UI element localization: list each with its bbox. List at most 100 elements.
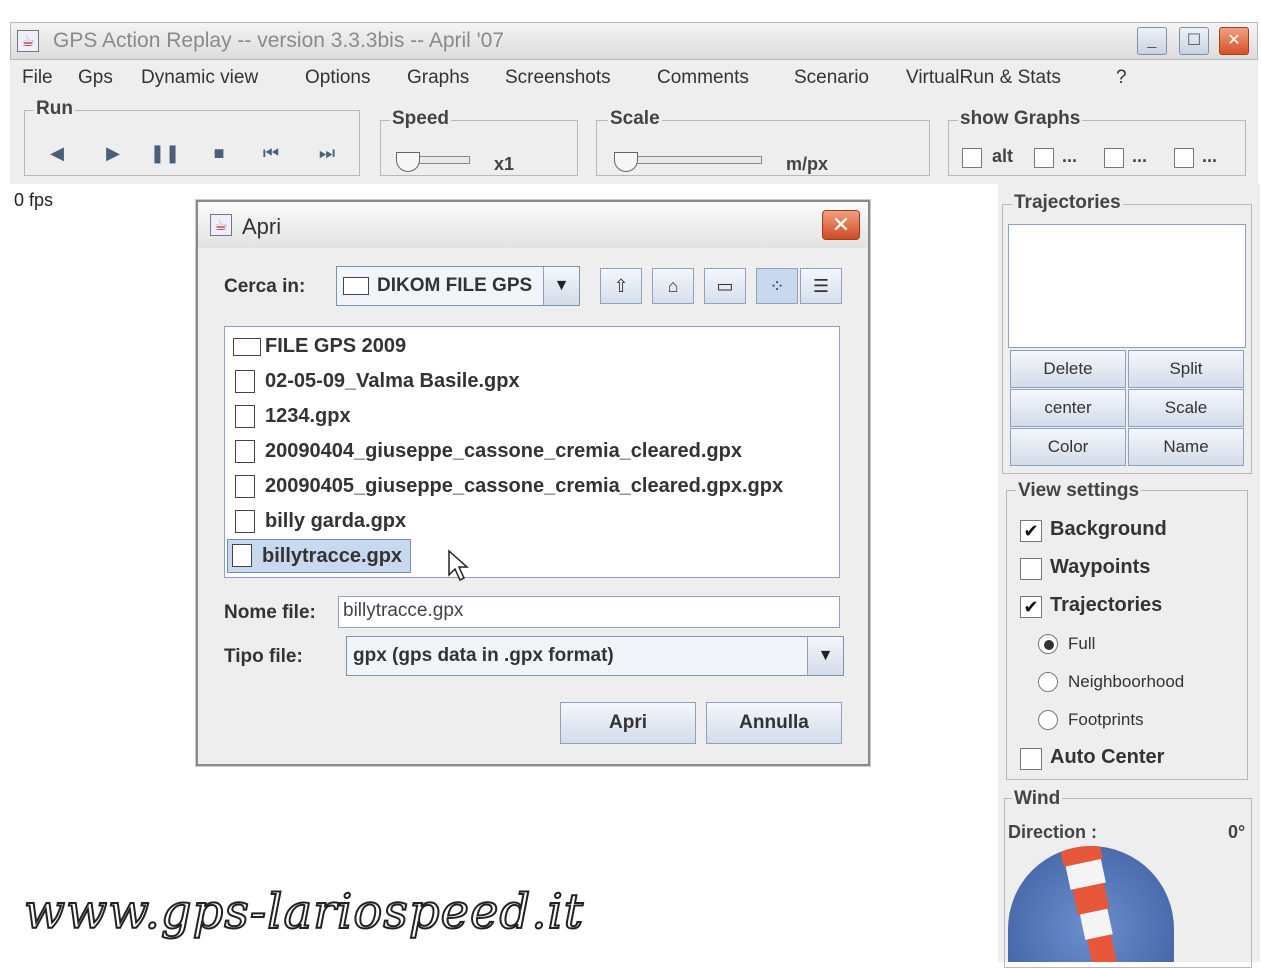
window-title: GPS Action Replay -- version 3.3.3bis --…	[53, 29, 505, 52]
menu-file[interactable]: File	[22, 67, 53, 89]
filename-input[interactable]: billytracce.gpx	[338, 596, 840, 628]
look-in-combo[interactable]: DIKOM FILE GPS ▼	[336, 266, 580, 306]
watermark-text: www.gps-lariospeed.it	[23, 883, 585, 941]
file-icon	[235, 440, 255, 463]
speed-label: Speed	[390, 108, 452, 130]
stop-icon[interactable]: ■	[202, 136, 236, 170]
menu-help[interactable]: ?	[1116, 67, 1127, 89]
graph-alt-checkbox[interactable]	[962, 148, 982, 168]
file-name: 02-05-09_Valma Basile.gpx	[265, 370, 520, 392]
file-icon	[235, 510, 255, 533]
radio-selected-dot	[1044, 640, 1054, 650]
home-icon[interactable]: ⌂	[652, 268, 694, 304]
menu-comments[interactable]: Comments	[657, 67, 749, 89]
trajectories-group-label: Trajectories	[1012, 192, 1123, 214]
folder-icon	[343, 277, 369, 295]
scale-unit: m/px	[786, 154, 829, 174]
cancel-button[interactable]: Annulla	[706, 702, 842, 744]
play-icon[interactable]: ▶	[96, 136, 130, 170]
window-title-bar: ☕ GPS Action Replay -- version 3.3.3bis …	[10, 22, 1258, 60]
open-button[interactable]: Apri	[560, 702, 696, 744]
dialog-title-bar: ☕ Apri ✕	[198, 202, 868, 248]
direction-label: Direction :	[1008, 822, 1098, 842]
scale-button[interactable]: Scale	[1128, 389, 1244, 427]
details-view-icon[interactable]: ☰	[800, 268, 842, 304]
waypoints-checkbox[interactable]	[1020, 558, 1042, 580]
trajectories-checkbox[interactable]: ✔	[1020, 596, 1042, 618]
menu-bar: File Gps Dynamic view Options Graphs Scr…	[10, 60, 1258, 96]
full-label: Full	[1068, 634, 1096, 653]
close-icon[interactable]: ✕	[1219, 27, 1249, 55]
fast-forward-icon[interactable]: ⏭	[310, 136, 344, 170]
list-item[interactable]: 1234.gpx	[231, 401, 351, 431]
delete-button[interactable]: Delete	[1010, 350, 1126, 388]
neighboorhood-label: Neighboorhood	[1068, 672, 1185, 691]
file-name: FILE GPS 2009	[265, 335, 407, 357]
list-item-selected[interactable]: billytracce.gpx	[227, 539, 412, 573]
color-button[interactable]: Color	[1010, 428, 1126, 466]
mouse-cursor-icon	[448, 549, 469, 582]
list-item[interactable]: FILE GPS 2009	[231, 331, 406, 361]
graph-4-label: ...	[1202, 146, 1218, 166]
graph-3-checkbox[interactable]	[1104, 148, 1124, 168]
list-item[interactable]: 20090405_giuseppe_cassone_cremia_cleared…	[231, 471, 783, 501]
file-name: 20090405_giuseppe_cassone_cremia_cleared…	[265, 475, 784, 497]
name-button[interactable]: Name	[1128, 428, 1244, 466]
file-icon	[235, 405, 255, 428]
open-file-dialog: ☕ Apri ✕ Cerca in: DIKOM FILE GPS ▼ ⇧ ⌂ …	[196, 200, 870, 766]
run-label: Run	[34, 98, 75, 120]
maximize-icon[interactable]: ☐	[1179, 27, 1209, 55]
filetype-combo[interactable]: gpx (gps data in .gpx format) ▼	[346, 636, 844, 676]
trajectories-label: Trajectories	[1050, 594, 1163, 616]
waypoints-label: Waypoints	[1050, 556, 1151, 578]
menu-virtualrun-stats[interactable]: VirtualRun & Stats	[906, 67, 1061, 89]
menu-graphs[interactable]: Graphs	[407, 67, 469, 89]
neighboorhood-radio[interactable]	[1038, 672, 1058, 692]
java-icon: ☕	[17, 30, 39, 52]
graph-2-label: ...	[1062, 146, 1078, 166]
auto-center-label: Auto Center	[1050, 746, 1165, 768]
menu-scenario[interactable]: Scenario	[794, 67, 869, 89]
background-checkbox[interactable]: ✔	[1020, 520, 1042, 542]
filename-label: Nome file:	[224, 602, 316, 623]
menu-screenshots[interactable]: Screenshots	[505, 67, 611, 89]
trajectories-list[interactable]	[1008, 224, 1246, 348]
graph-4-checkbox[interactable]	[1174, 148, 1194, 168]
dialog-close-icon[interactable]: ✕	[822, 210, 860, 240]
center-button[interactable]: center	[1010, 389, 1126, 427]
list-view-icon[interactable]: ⁘	[756, 268, 798, 304]
rewind-icon[interactable]: ⏮	[254, 136, 288, 170]
new-folder-icon[interactable]: ▭	[704, 268, 746, 304]
list-item[interactable]: 20090404_giuseppe_cassone_cremia_cleared…	[231, 436, 742, 466]
footprints-label: Footprints	[1068, 710, 1144, 729]
speed-value: x1	[494, 154, 515, 174]
graph-3-label: ...	[1132, 146, 1148, 166]
file-list[interactable]: FILE GPS 2009 02-05-09_Valma Basile.gpx …	[224, 326, 840, 582]
full-radio[interactable]	[1038, 634, 1058, 654]
filetype-label: Tipo file:	[224, 646, 303, 667]
split-button[interactable]: Split	[1128, 350, 1244, 388]
auto-center-checkbox[interactable]	[1020, 748, 1042, 770]
list-item[interactable]: billy garda.gpx	[231, 506, 406, 536]
footprints-radio[interactable]	[1038, 710, 1058, 730]
scale-label: Scale	[608, 108, 662, 130]
minimize-icon[interactable]: _	[1137, 27, 1167, 55]
view-settings-label: View settings	[1016, 480, 1142, 502]
step-back-icon[interactable]: ◀	[40, 136, 74, 170]
menu-gps[interactable]: Gps	[78, 67, 113, 89]
up-folder-icon[interactable]: ⇧	[600, 268, 642, 304]
right-panel: Trajectories Delete Split center Scale C…	[998, 184, 1260, 968]
graph-2-checkbox[interactable]	[1034, 148, 1054, 168]
menu-options[interactable]: Options	[305, 67, 370, 89]
menu-dynamic-view[interactable]: Dynamic view	[141, 67, 258, 89]
direction-value: 0°	[1228, 822, 1246, 842]
toolbar: Run ◀ ▶ ❚❚ ■ ⏮ ⏭ Speed x1 Scale m/px sho…	[10, 96, 1258, 184]
graph-alt-label: alt	[992, 146, 1014, 166]
background-label: Background	[1050, 518, 1167, 540]
look-in-value: DIKOM FILE GPS	[377, 275, 533, 296]
pause-icon[interactable]: ❚❚	[148, 136, 182, 170]
list-item[interactable]: 02-05-09_Valma Basile.gpx	[231, 366, 520, 396]
wind-label: Wind	[1012, 788, 1063, 810]
chevron-down-icon[interactable]: ▼	[807, 637, 843, 675]
chevron-down-icon[interactable]: ▼	[543, 267, 579, 305]
